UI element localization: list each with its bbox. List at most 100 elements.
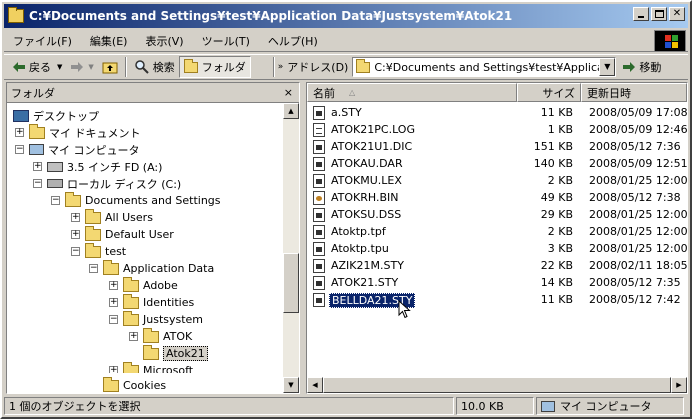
file-row[interactable]: ATOKMU.LEX 2 KB 2008/01/25 12:00: [307, 173, 688, 190]
status-size: 10.0 KB: [456, 397, 534, 415]
tree-node-my-computer[interactable]: マイ コンピュータ: [29, 141, 140, 158]
collapse-icon[interactable]: −: [89, 264, 98, 273]
file-row[interactable]: ATOK21.STY 14 KB 2008/05/12 7:35: [307, 275, 681, 292]
my-documents-icon: [29, 123, 45, 139]
tree-vertical-scrollbar[interactable]: ▲ ▼: [283, 103, 299, 393]
file-icon: [313, 293, 325, 307]
file-list-horizontal-scrollbar[interactable]: ◀ ▶: [307, 377, 687, 393]
window-controls: ✕: [631, 7, 685, 21]
file-icon: [313, 242, 325, 256]
expand-icon[interactable]: +: [15, 128, 24, 137]
collapse-icon[interactable]: −: [15, 145, 24, 154]
tree-node-test[interactable]: test: [85, 242, 126, 260]
file-name: a.STY: [331, 106, 362, 119]
tree-node-atok[interactable]: ATOK: [143, 327, 193, 345]
file-size: 11 KB: [540, 106, 573, 119]
tree-node-my-documents[interactable]: マイ ドキュメント: [29, 123, 141, 141]
column-header-size[interactable]: サイズ: [517, 83, 581, 102]
search-label: 検索: [152, 61, 175, 74]
folders-button[interactable]: フォルダ: [178, 56, 251, 78]
file-row[interactable]: Atoktp.tpf 2 KB 2008/01/25 12:00: [307, 224, 688, 241]
title-bar[interactable]: C:¥Documents and Settings¥test¥Applicati…: [4, 4, 688, 28]
scroll-right-icon[interactable]: ▶: [671, 377, 687, 393]
expand-icon[interactable]: +: [33, 162, 42, 171]
collapse-icon[interactable]: −: [33, 179, 42, 188]
close-button[interactable]: ✕: [669, 7, 685, 21]
tree-node-label: Adobe: [143, 279, 178, 292]
tree-node-documents-and-settings[interactable]: Documents and Settings: [65, 191, 221, 209]
tree-node-local-disk[interactable]: ローカル ディスク (C:): [47, 175, 181, 192]
file-row[interactable]: ATOKSU.DSS 29 KB 2008/01/25 12:00: [307, 207, 688, 224]
forward-button[interactable]: ▼: [66, 56, 97, 78]
tree-node-application-data[interactable]: Application Data: [103, 259, 214, 277]
file-row[interactable]: a.STY 11 KB 2008/05/09 17:08: [307, 105, 688, 122]
file-row[interactable]: ATOKAU.DAR 140 KB 2008/05/09 12:51: [307, 156, 688, 173]
column-header-date[interactable]: 更新日時: [581, 83, 687, 102]
file-icon: [313, 174, 325, 188]
file-row[interactable]: ATOK21U1.DIC 151 KB 2008/05/12 7:36: [307, 139, 681, 156]
file-name: ATOKRH.BIN: [331, 191, 399, 204]
expand-icon[interactable]: +: [109, 366, 118, 373]
menu-file[interactable]: ファイル(F): [4, 33, 81, 49]
folder-icon: [123, 293, 139, 309]
expand-icon[interactable]: +: [129, 332, 138, 341]
file-name: ATOK21.STY: [331, 276, 399, 289]
expand-icon[interactable]: +: [71, 213, 80, 222]
file-date: 2008/02/11 18:05: [589, 259, 688, 272]
scroll-thumb[interactable]: [283, 253, 299, 313]
tree-node-adobe[interactable]: Adobe: [123, 276, 178, 294]
scroll-up-icon[interactable]: ▲: [283, 103, 299, 119]
file-row[interactable]: Atoktp.tpu 3 KB 2008/01/25 12:00: [307, 241, 688, 258]
menu-help[interactable]: ヘルプ(H): [259, 33, 327, 49]
file-row[interactable]: ATOKRH.BIN 49 KB 2008/05/12 7:38: [307, 190, 681, 207]
menu-tools[interactable]: ツール(T): [193, 33, 259, 49]
column-header-name[interactable]: 名前 △: [307, 83, 517, 102]
file-icon: [313, 276, 325, 290]
scroll-left-icon[interactable]: ◀: [307, 377, 323, 393]
file-row[interactable]: ATOK21PC.LOG 1 KB 2008/05/09 12:46: [307, 122, 688, 139]
tree-node-justsystem[interactable]: Justsystem: [123, 310, 203, 328]
folder-icon: [123, 361, 139, 373]
scroll-down-icon[interactable]: ▼: [283, 377, 299, 393]
file-date: 2008/05/09 12:51: [589, 157, 688, 170]
tree-node-label: Identities: [143, 296, 195, 309]
expand-icon[interactable]: +: [109, 281, 118, 290]
address-input[interactable]: C:¥Documents and Settings¥test¥Applicati…: [352, 57, 617, 77]
chevron-down-icon: ▼: [57, 63, 63, 71]
file-row[interactable]: AZIK21M.STY 22 KB 2008/02/11 18:05: [307, 258, 688, 275]
scroll-thumb[interactable]: [323, 377, 671, 393]
tree-node-atok21[interactable]: Atok21: [143, 344, 208, 362]
file-size: 22 KB: [540, 259, 573, 272]
tree-node-floppy[interactable]: 3.5 インチ FD (A:): [47, 158, 162, 175]
tree-node-label: ATOK: [163, 330, 193, 343]
tree-node-all-users[interactable]: All Users: [85, 208, 153, 226]
search-button[interactable]: 検索: [130, 56, 179, 78]
go-button[interactable]: 移動: [622, 59, 661, 75]
collapse-icon[interactable]: −: [51, 196, 60, 205]
tree-node-cookies[interactable]: Cookies: [103, 376, 166, 394]
maximize-button[interactable]: [651, 7, 667, 21]
file-row[interactable]: BELLDA21.STY 11 KB 2008/05/12 7:42: [307, 292, 681, 309]
menu-edit[interactable]: 編集(E): [81, 33, 137, 49]
search-icon: [135, 60, 149, 74]
tree-node-microsoft[interactable]: Microsoft: [123, 361, 193, 373]
close-icon[interactable]: ×: [284, 86, 293, 99]
file-date: 2008/05/12 7:35: [589, 276, 681, 289]
back-button[interactable]: 戻る ▼: [8, 56, 66, 78]
collapse-icon[interactable]: −: [71, 247, 80, 256]
minimize-button[interactable]: [633, 7, 649, 21]
tree-node-default-user[interactable]: Default User: [85, 225, 174, 243]
address-dropdown-button[interactable]: ▼: [599, 58, 616, 76]
file-name: Atoktp.tpu: [331, 242, 389, 255]
up-folder-button[interactable]: [98, 56, 122, 78]
file-name: ATOKAU.DAR: [331, 157, 403, 170]
tree-node-identities[interactable]: Identities: [123, 293, 195, 311]
tree-node-desktop[interactable]: デスクトップ: [13, 107, 99, 124]
expand-icon[interactable]: +: [109, 298, 118, 307]
column-name-label: 名前: [313, 86, 335, 100]
menu-view[interactable]: 表示(V): [136, 33, 192, 49]
file-name: ATOK21PC.LOG: [331, 123, 415, 136]
expand-icon[interactable]: +: [71, 230, 80, 239]
collapse-icon[interactable]: −: [109, 315, 118, 324]
windows-logo-icon: [654, 30, 686, 52]
